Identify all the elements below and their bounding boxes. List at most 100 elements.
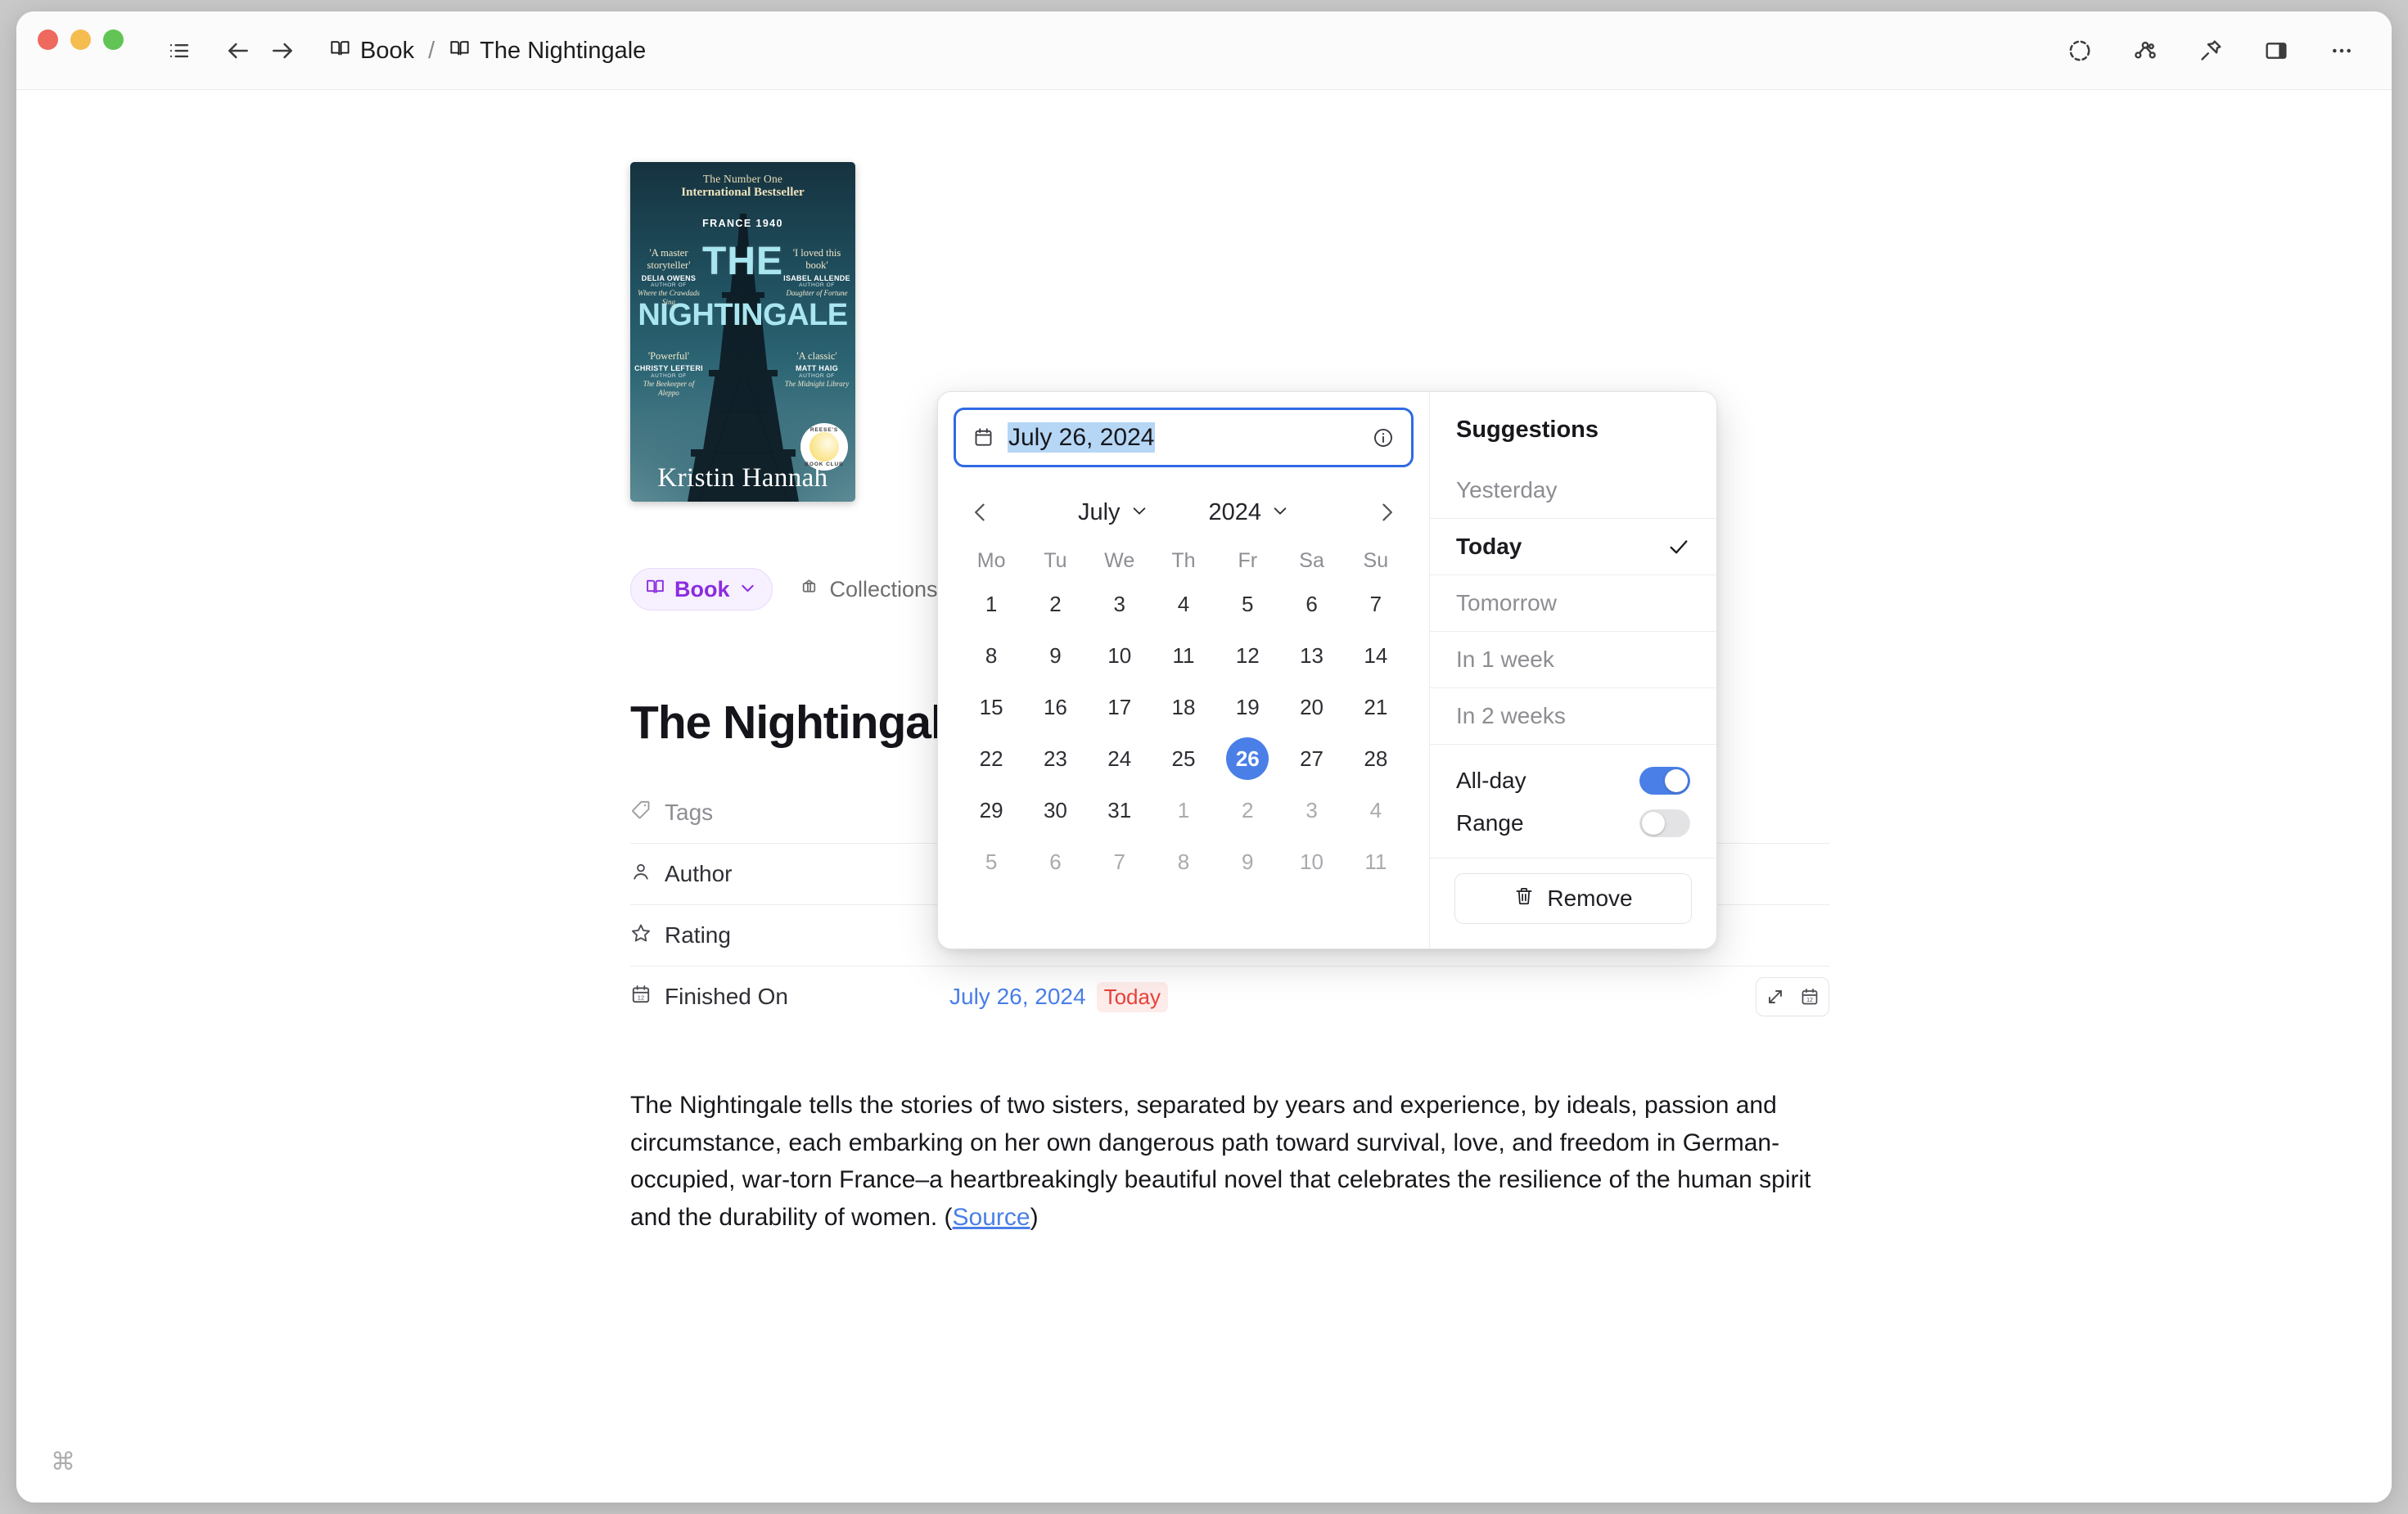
calendar-panel: July 26, 2024 July 2024 Mo Tu We Th Fr S… [938,392,1430,949]
calendar-day[interactable]: 1 [1162,789,1205,831]
close-window-button[interactable] [38,29,58,50]
calendar-icon[interactable]: 12 [1792,980,1827,1014]
calendar-day[interactable]: 7 [1355,583,1397,625]
calendar-day[interactable]: 29 [970,789,1012,831]
calendar-day[interactable]: 30 [1034,789,1076,831]
calendar-day[interactable]: 8 [970,634,1012,677]
remove-label: Remove [1547,885,1633,911]
calendar-day[interactable]: 5 [970,840,1012,883]
calendar-day[interactable]: 24 [1098,737,1141,780]
remove-date-button[interactable]: Remove [1454,873,1692,924]
calendar-day[interactable]: 11 [1355,840,1397,883]
calendar-day[interactable]: 4 [1355,789,1397,831]
breadcrumb-item-current[interactable]: The Nightingale [442,32,652,70]
calendar-day[interactable]: 11 [1162,634,1205,677]
calendar-day[interactable]: 2 [1226,789,1269,831]
note-body[interactable]: The Nightingale tells the stories of two… [630,1087,1813,1236]
source-link[interactable]: Source [953,1204,1030,1231]
toggle-row-all-day[interactable]: All-day [1456,759,1690,802]
chevron-right-icon[interactable] [1367,493,1406,532]
calendar-day[interactable]: 9 [1034,634,1076,677]
calendar-day[interactable]: 8 [1162,840,1205,883]
calendar-day[interactable]: 31 [1098,789,1141,831]
calendar-day[interactable]: 21 [1355,686,1397,728]
book-icon [645,576,665,602]
svg-text:12: 12 [1806,998,1813,1003]
minimize-window-button[interactable] [70,29,91,50]
page-title[interactable]: The Nightingale [630,696,968,750]
info-icon[interactable] [1372,426,1395,449]
calendar-day[interactable]: 3 [1098,583,1141,625]
type-chip-book[interactable]: Book [630,568,773,611]
calendar-day[interactable]: 28 [1355,737,1397,780]
calendar-day[interactable]: 10 [1291,840,1333,883]
traffic-lights [38,29,124,50]
calendar-day[interactable]: 3 [1291,789,1333,831]
toggle-row-range[interactable]: Range [1456,802,1690,845]
calendar-day[interactable]: 2 [1034,583,1076,625]
date-input-field[interactable]: July 26, 2024 [954,408,1414,467]
calendar-day[interactable]: 19 [1226,686,1269,728]
calendar-day[interactable]: 17 [1098,686,1141,728]
calendar-day[interactable]: 15 [970,686,1012,728]
breadcrumb-item-book[interactable]: Book [322,32,421,70]
calendar-day[interactable]: 14 [1355,634,1397,677]
panel-right-icon[interactable] [2254,29,2298,73]
calendar-day[interactable]: 1 [970,583,1012,625]
book-icon [329,37,351,65]
maximize-window-button[interactable] [103,29,124,50]
more-options-icon[interactable] [2320,29,2364,73]
calendar-day[interactable]: 9 [1226,840,1269,883]
page-chips: Book Collections [630,568,941,611]
suggestion-item[interactable]: Yesterday [1430,462,1716,518]
cover-blurb: 'I loved this book' ISABEL ALLENDE AUTHO… [782,247,852,298]
calendar-day[interactable]: 16 [1034,686,1076,728]
blurb-quote: 'A classic' [796,350,837,362]
calendar-day-selected[interactable]: 26 [1226,737,1269,780]
date-picker-popover: July 26, 2024 July 2024 Mo Tu We Th Fr S… [937,391,1717,949]
page-body: The Number One International Bestseller … [16,90,2392,1503]
property-row-finished-on[interactable]: 12 Finished On July 26, 2024 Today 12 [630,966,1829,1027]
property-name: Tags [665,799,714,825]
finished-on-date[interactable]: July 26, 2024 [949,984,1086,1010]
row-action-group: 12 [1756,977,1829,1016]
blurb-quote: 'A master storyteller' [647,247,691,272]
calendar-day[interactable]: 13 [1291,634,1333,677]
calendar-day[interactable]: 23 [1034,737,1076,780]
date-input-value[interactable]: July 26, 2024 [1008,421,1359,453]
range-switch[interactable] [1639,809,1690,837]
expand-icon[interactable] [1758,980,1792,1014]
command-palette-icon[interactable]: ⌘ [51,1448,75,1476]
calendar-day[interactable]: 4 [1162,583,1205,625]
property-label-rating: Rating [630,922,949,949]
calendar-day[interactable]: 22 [970,737,1012,780]
suggestions-panel: Suggestions Yesterday Today Tomorrow In 1 w… [1430,392,1716,949]
graph-view-icon[interactable] [2123,29,2167,73]
suggestion-item[interactable]: In 1 week [1430,631,1716,687]
suggestion-item[interactable]: Today [1430,518,1716,575]
year-selector[interactable]: 2024 [1202,495,1297,530]
month-selector[interactable]: July [1071,495,1156,530]
calendar-day[interactable]: 12 [1226,634,1269,677]
calendar-day[interactable]: 7 [1098,840,1141,883]
capture-icon[interactable] [2058,29,2102,73]
chevron-left-icon[interactable] [961,493,1000,532]
back-button[interactable] [216,29,260,73]
calendar-day[interactable]: 5 [1226,583,1269,625]
suggestion-item[interactable]: In 2 weeks [1430,687,1716,744]
calendar-day[interactable]: 20 [1291,686,1333,728]
calendar-day[interactable]: 6 [1034,840,1076,883]
suggestion-item[interactable]: Tomorrow [1430,575,1716,631]
sidebar-toggle-icon[interactable] [157,29,201,73]
calendar-day[interactable]: 10 [1098,634,1141,677]
forward-button[interactable] [260,29,304,73]
calendar-day[interactable]: 25 [1162,737,1205,780]
property-value-finished-on[interactable]: July 26, 2024 Today [949,981,1168,1012]
collections-chip[interactable]: Collections [796,571,941,607]
pin-icon[interactable] [2189,29,2233,73]
calendar-day[interactable]: 18 [1162,686,1205,728]
calendar-day[interactable]: 27 [1291,737,1333,780]
all-day-switch[interactable] [1639,767,1690,795]
book-cover-image[interactable]: The Number One International Bestseller … [630,162,855,502]
calendar-day[interactable]: 6 [1291,583,1333,625]
